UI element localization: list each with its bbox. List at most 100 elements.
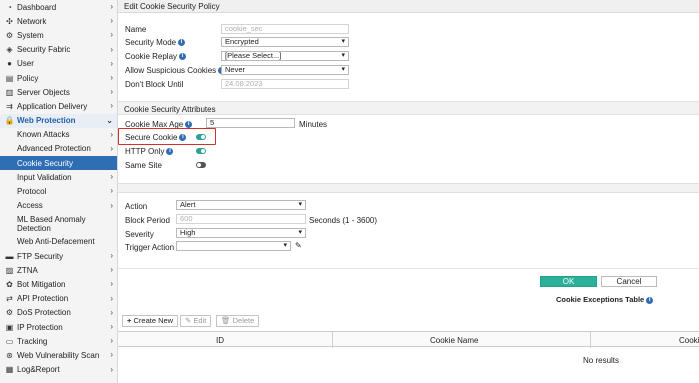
bot-icon: ✿: [6, 279, 13, 289]
sidebar-item-label: Network: [17, 16, 47, 26]
exceptions-table-header: ID Cookie Name Cooki: [118, 331, 699, 348]
info-icon[interactable]: i: [166, 148, 174, 156]
sidebar-item-ztna[interactable]: ▨ ZTNA ›: [0, 263, 117, 277]
column-header-id[interactable]: ID: [216, 336, 224, 345]
trigger-action-select[interactable]: ▾: [176, 241, 291, 251]
create-new-label: Create New: [133, 316, 174, 325]
sidebar-item-label: Protocol: [17, 187, 47, 197]
max-age-input[interactable]: 5: [206, 118, 295, 128]
sidebar-item-bot-mitigation[interactable]: ✿ Bot Mitigation ›: [0, 277, 117, 291]
sidebar-item-system[interactable]: ⚙ System ›: [0, 28, 117, 42]
sidebar-item-security-fabric[interactable]: ◈ Security Fabric ›: [0, 43, 117, 57]
tracking-icon: ▭: [5, 336, 14, 346]
sidebar-item-log-report[interactable]: ▦ Log&Report ›: [0, 363, 117, 377]
sidebar-item-label: Web Protection: [17, 116, 76, 126]
sidebar-item-cookie-security[interactable]: Cookie Security: [0, 156, 117, 171]
sidebar-item-web-anti-defacement[interactable]: Web Anti-Defacement: [0, 235, 117, 249]
sidebar-item-policy[interactable]: ▤ Policy ›: [0, 71, 117, 85]
ftp-icon: ▬: [5, 251, 14, 261]
sidebar-item-network[interactable]: ✣ Network ›: [0, 14, 117, 28]
api-icon: ⇄: [6, 294, 13, 304]
info-icon[interactable]: i: [179, 134, 187, 142]
severity-select[interactable]: High ▾: [176, 228, 306, 238]
column-header-cookie-name[interactable]: Cookie Name: [430, 336, 478, 345]
delete-label: Delete: [232, 316, 255, 325]
chevron-right-icon: ›: [110, 364, 113, 374]
create-new-button[interactable]: + Create New: [122, 315, 179, 327]
attributes-section-header: Cookie Security Attributes: [118, 101, 699, 115]
sidebar-item-known-attacks[interactable]: Known Attacks ›: [0, 128, 117, 142]
dont-block-field[interactable]: 24.08.2023: [221, 79, 349, 89]
allow-suspicious-select[interactable]: Never ▾: [221, 65, 349, 75]
sidebar-item-ml-based-anomaly-detection[interactable]: ML Based Anomaly Detection: [0, 213, 117, 235]
http-only-toggle[interactable]: [196, 148, 206, 154]
edit-button[interactable]: ✎ Edit: [180, 315, 212, 327]
allow-suspicious-value: Never: [225, 65, 246, 74]
chevron-right-icon: ›: [110, 143, 113, 153]
cookie-replay-select[interactable]: [Please Select...] ▾: [221, 51, 349, 61]
caret-down-icon: ▾: [341, 66, 345, 73]
chevron-right-icon: ›: [110, 129, 113, 139]
ztna-icon: ▨: [5, 265, 14, 275]
cancel-button[interactable]: Cancel: [601, 276, 657, 287]
chevron-right-icon: ›: [110, 58, 113, 68]
http-only-label-text: HTTP Only: [125, 147, 165, 156]
block-period-input[interactable]: 600: [176, 214, 306, 224]
sidebar-item-api-protection[interactable]: ⇄ API Protection ›: [0, 292, 117, 306]
info-icon[interactable]: i: [646, 296, 654, 304]
edit-pencil-icon[interactable]: ✎: [295, 241, 302, 250]
sidebar-item-label: Tracking: [17, 336, 48, 346]
sidebar-item-dos-protection[interactable]: ⚙ DoS Protection ›: [0, 306, 117, 320]
sidebar-item-protocol[interactable]: Protocol ›: [0, 184, 117, 198]
sidebar-item-advanced-protection[interactable]: Advanced Protection ›: [0, 142, 117, 156]
plus-icon: +: [127, 316, 132, 325]
secure-cookie-label: Secure Cookie i: [125, 133, 187, 142]
sidebar-item-application-delivery[interactable]: ⇉ Application Delivery ›: [0, 99, 117, 113]
action-select[interactable]: Alert ▾: [176, 200, 306, 210]
sidebar-item-tracking[interactable]: ▭ Tracking ›: [0, 334, 117, 348]
caret-down-icon: ▾: [341, 38, 345, 45]
buttons-divider: [118, 268, 699, 269]
page-header: Edit Cookie Security Policy: [118, 0, 699, 13]
dont-block-label: Don't Block Until: [125, 80, 184, 89]
sidebar-item-server-objects[interactable]: ▥ Server Objects ›: [0, 85, 117, 99]
chevron-down-icon: ⌄: [106, 115, 113, 125]
network-icon: ✣: [6, 16, 13, 26]
ip-icon: ▣: [5, 322, 14, 332]
sidebar-item-ip-protection[interactable]: ▣ IP Protection ›: [0, 320, 117, 334]
sidebar-item-user[interactable]: ● User ›: [0, 57, 117, 71]
secure-cookie-toggle[interactable]: [196, 134, 206, 140]
chevron-right-icon: ›: [110, 321, 113, 331]
sidebar-item-web-vulnerability-scan[interactable]: ⊛ Web Vulnerability Scan ›: [0, 348, 117, 362]
info-icon[interactable]: i: [179, 53, 187, 61]
sidebar-item-label: Access: [17, 201, 43, 211]
same-site-toggle[interactable]: [196, 162, 206, 168]
sidebar-item-label: Policy: [17, 73, 39, 83]
sidebar-item-label: Security Fabric: [17, 45, 71, 55]
security-mode-select[interactable]: Encrypted ▾: [221, 37, 349, 47]
cookie-replay-value: [Please Select...]: [225, 51, 282, 60]
exceptions-title-text: Cookie Exceptions Table: [556, 295, 645, 304]
caret-down-icon: ▾: [341, 52, 345, 59]
page-title: Edit Cookie Security Policy: [124, 2, 220, 11]
sidebar-item-label: Log&Report: [17, 365, 60, 375]
name-field[interactable]: cookie_sec: [221, 24, 349, 34]
column-header-cookie[interactable]: Cooki: [679, 336, 699, 345]
gear-icon: ⚙: [5, 30, 14, 40]
chevron-right-icon: ›: [110, 101, 113, 111]
sidebar-item-input-validation[interactable]: Input Validation ›: [0, 170, 117, 184]
action-value: Alert: [180, 200, 196, 209]
sidebar-item-label: Web Vulnerability Scan: [17, 350, 100, 360]
security-mode-label-text: Security Mode: [125, 38, 177, 47]
info-icon[interactable]: i: [178, 39, 186, 47]
delete-button[interactable]: 🗑 Delete: [216, 315, 260, 327]
sidebar-item-label: Known Attacks: [17, 130, 70, 140]
user-icon: ●: [7, 59, 12, 69]
sidebar-item-web-protection[interactable]: 🔒 Web Protection ⌄: [0, 113, 117, 128]
sidebar-item-ftp-security[interactable]: ▬ FTP Security ›: [0, 249, 117, 263]
severity-label: Severity: [125, 230, 154, 239]
sidebar-item-label: ML Based Anomaly Detection: [17, 214, 86, 233]
ok-button[interactable]: OK: [540, 276, 597, 287]
sidebar-item-access[interactable]: Access ›: [0, 199, 117, 213]
sidebar-item-dashboard[interactable]: ◔ Dashboard ›: [0, 0, 117, 14]
